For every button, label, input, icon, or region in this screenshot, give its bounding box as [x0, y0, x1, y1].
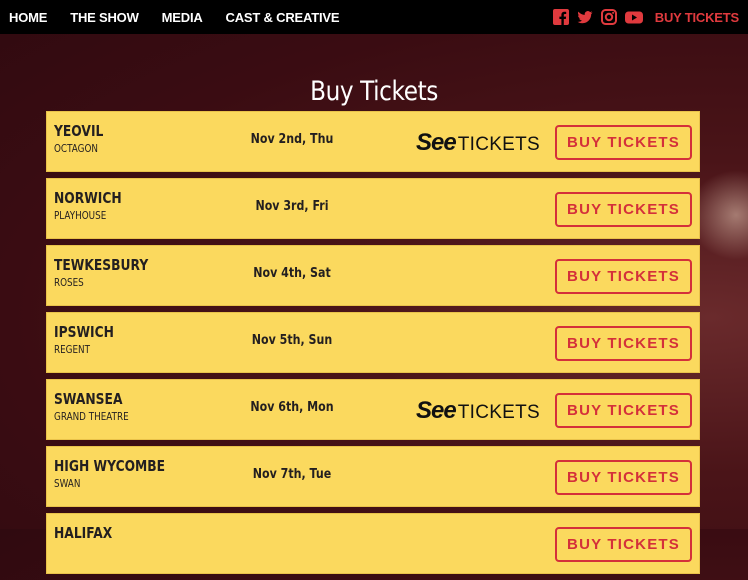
- header-buy-tickets-link[interactable]: BUY TICKETS: [655, 10, 739, 25]
- venue-name: NORWICH: [54, 189, 122, 207]
- theatre-name: REGENT: [54, 343, 91, 356]
- show-date: Nov 3rd, Fri: [255, 199, 329, 214]
- buy-tickets-button[interactable]: BUY TICKETS: [555, 460, 692, 495]
- ticket-row-ipswich: IPSWICH REGENT Nov 5th, Sun BUY TICKETS: [46, 312, 700, 373]
- ticket-row-halifax: HALIFAX BUY TICKETS: [46, 513, 700, 574]
- nav-media[interactable]: MEDIA: [162, 10, 203, 25]
- buy-tickets-button[interactable]: BUY TICKETS: [555, 527, 692, 562]
- nav-home[interactable]: HOME: [9, 10, 47, 25]
- buy-tickets-button[interactable]: BUY TICKETS: [555, 125, 692, 160]
- theatre-name: GRAND THEATRE: [54, 410, 129, 423]
- instagram-icon[interactable]: [600, 9, 617, 25]
- social-links: BUY TICKETS: [545, 0, 739, 34]
- buy-tickets-button[interactable]: BUY TICKETS: [555, 393, 692, 428]
- venue-name: IPSWICH: [54, 323, 114, 341]
- venue-name: HIGH WYCOMBE: [54, 457, 166, 475]
- theatre-name: ROSES: [54, 276, 84, 289]
- venue-name: TEWKESBURY: [54, 256, 149, 274]
- show-date: Nov 4th, Sat: [253, 266, 331, 281]
- nav-the-show[interactable]: THE SHOW: [70, 10, 139, 25]
- nav-cast-creative[interactable]: CAST & CREATIVE: [226, 10, 340, 25]
- ticket-row-yeovil: YEOVIL OCTAGON Nov 2nd, Thu See TICKETS B…: [46, 111, 700, 172]
- facebook-icon[interactable]: [552, 9, 569, 25]
- theatre-name: SWAN: [54, 477, 81, 490]
- ticket-row-tewkesbury: TEWKESBURY ROSES Nov 4th, Sat BUY TICKET…: [46, 245, 700, 306]
- theatre-name: OCTAGON: [54, 142, 98, 155]
- show-date: Nov 7th, Tue: [252, 467, 332, 482]
- top-nav-bar: HOME THE SHOW MEDIA CAST & CREATIVE BUY …: [0, 0, 748, 34]
- main-nav: HOME THE SHOW MEDIA CAST & CREATIVE: [9, 10, 362, 25]
- buy-tickets-button[interactable]: BUY TICKETS: [555, 259, 692, 294]
- buy-tickets-button[interactable]: BUY TICKETS: [555, 326, 692, 361]
- ticket-row-norwich: NORWICH PLAYHOUSE Nov 3rd, Fri BUY TICKE…: [46, 178, 700, 239]
- show-date: Nov 5th, Sun: [251, 333, 333, 348]
- venue-name: YEOVIL: [54, 122, 104, 140]
- show-date: Nov 6th, Mon: [250, 400, 334, 415]
- youtube-icon[interactable]: [624, 9, 643, 25]
- page-title: Buy Tickets: [310, 76, 438, 108]
- show-date: Nov 2nd, Thu: [250, 132, 334, 147]
- venue-name: HALIFAX: [54, 524, 113, 542]
- buy-tickets-button[interactable]: BUY TICKETS: [555, 192, 692, 227]
- ticket-row-swansea: SWANSEA GRAND THEATRE Nov 6th, Mon See TI…: [46, 379, 700, 440]
- see-tickets-logo[interactable]: See TICKETS: [416, 129, 540, 156]
- see-tickets-logo[interactable]: See TICKETS: [416, 397, 540, 424]
- venue-name: SWANSEA: [54, 390, 123, 408]
- tickets-list: YEOVIL OCTAGON Nov 2nd, Thu See TICKETS B…: [46, 111, 700, 580]
- ticket-row-high-wycombe: HIGH WYCOMBE SWAN Nov 7th, Tue BUY TICKE…: [46, 446, 700, 507]
- theatre-name: PLAYHOUSE: [54, 209, 107, 222]
- twitter-icon[interactable]: [577, 9, 593, 25]
